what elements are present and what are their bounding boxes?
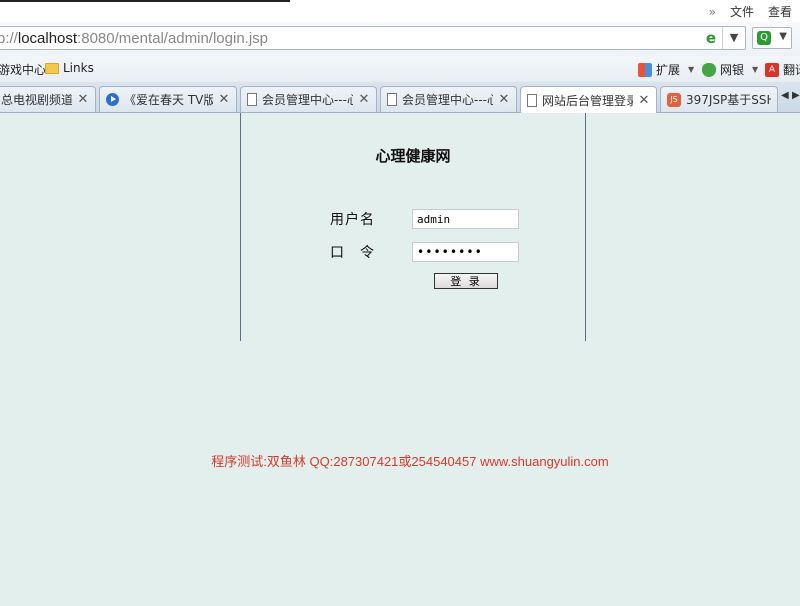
password-label: 口 令 bbox=[330, 245, 375, 261]
close-icon[interactable]: ✕ bbox=[498, 92, 510, 107]
page-body: 心理健康网 用户名 口 令 •••••••• 登 录 程序测试:双鱼林 QQ:2… bbox=[0, 113, 800, 606]
translate-icon: A bbox=[765, 62, 779, 77]
site-favicon-icon: JS bbox=[667, 92, 681, 107]
chevron-down-icon: ▼ bbox=[779, 31, 787, 42]
tab-scroll-right-icon[interactable]: ▶ bbox=[792, 90, 800, 101]
close-icon[interactable]: ✕ bbox=[77, 92, 89, 107]
tab-label: 网站后台管理登录- bbox=[542, 93, 633, 108]
tab-admin-login[interactable]: 网站后台管理登录- ✕ bbox=[520, 86, 657, 113]
login-panel: 心理健康网 用户名 口 令 •••••••• 登 录 bbox=[240, 113, 586, 341]
extension-translate[interactable]: A 翻译 bbox=[765, 61, 800, 78]
close-icon[interactable]: ✕ bbox=[358, 92, 370, 107]
caret-icon: ▼ bbox=[688, 65, 695, 74]
more-chevron-icon[interactable]: » bbox=[709, 5, 716, 19]
tab-member-center-1[interactable]: 会员管理中心---心 ✕ bbox=[240, 86, 377, 112]
username-label: 用户名 bbox=[330, 212, 375, 228]
address-url[interactable]: p://localhost:8080/mental/admin/login.js… bbox=[0, 30, 268, 47]
search-engine-icon: Q bbox=[757, 31, 771, 45]
title-edge bbox=[0, 0, 290, 2]
login-button[interactable]: 登 录 bbox=[434, 273, 498, 289]
compat-mode-icon[interactable]: e bbox=[703, 30, 719, 46]
tab-label: 《爱在春天 TV版》 bbox=[124, 93, 213, 107]
tab-love-spring[interactable]: 《爱在春天 TV版》 ✕ bbox=[99, 86, 237, 112]
favorite-game-center[interactable]: 游戏中心 bbox=[0, 61, 46, 78]
address-dropdown-icon[interactable]: ▼ bbox=[722, 27, 745, 49]
site-title: 心理健康网 bbox=[375, 147, 451, 165]
document-icon bbox=[247, 93, 257, 106]
close-icon[interactable]: ✕ bbox=[218, 92, 230, 107]
tab-tv-channel[interactable]: 总电视剧频道 - ✕ bbox=[0, 86, 96, 112]
tab-label: 会员管理中心---心 bbox=[402, 93, 493, 107]
tab-jsp-ssh2[interactable]: JS 397JSP基于SSH2 bbox=[660, 86, 778, 112]
play-icon bbox=[106, 93, 119, 106]
tab-scroll-left-icon[interactable]: ◀ bbox=[781, 90, 789, 101]
tab-label: 总电视剧频道 - bbox=[1, 93, 72, 107]
extension-expand[interactable]: 扩展 ▼ bbox=[638, 61, 694, 78]
password-input[interactable]: •••••••• bbox=[412, 242, 519, 262]
menu-file[interactable]: 文件 bbox=[730, 3, 754, 20]
close-icon[interactable]: ✕ bbox=[638, 93, 650, 108]
tab-member-center-2[interactable]: 会员管理中心---心 ✕ bbox=[380, 86, 517, 112]
document-icon bbox=[527, 93, 537, 107]
search-engine-button[interactable]: Q ▼ bbox=[752, 27, 792, 49]
username-input[interactable] bbox=[412, 209, 519, 229]
tab-strip: 总电视剧频道 - ✕ 《爱在春天 TV版》 ✕ 会员管理中心---心 ✕ 会员管… bbox=[0, 82, 800, 113]
address-bar[interactable]: p://localhost:8080/mental/admin/login.js… bbox=[0, 26, 746, 50]
grid-icon bbox=[638, 62, 652, 77]
tab-label: 397JSP基于SSH2 bbox=[686, 93, 771, 107]
folder-icon bbox=[45, 62, 59, 74]
tab-label: 会员管理中心---心 bbox=[262, 93, 353, 107]
menu-view[interactable]: 查看 bbox=[768, 3, 792, 20]
credit-line: 程序测试:双鱼林 QQ:287307421或254540457 www.shua… bbox=[211, 454, 609, 469]
title-bar: » 文件 查看 bbox=[0, 0, 800, 22]
extension-bank[interactable]: 网银 ▼ bbox=[702, 61, 758, 78]
favorites-bar: 游戏中心 Links 扩展▼ 网银▼ A 翻译 bbox=[0, 56, 800, 83]
address-bar-row: p://localhost:8080/mental/admin/login.js… bbox=[0, 22, 800, 57]
document-icon bbox=[387, 93, 397, 106]
shield-icon bbox=[702, 62, 716, 77]
title-menu: » 文件 查看 bbox=[709, 3, 792, 20]
favorite-links[interactable]: Links bbox=[45, 61, 94, 75]
caret-icon: ▼ bbox=[752, 65, 759, 74]
